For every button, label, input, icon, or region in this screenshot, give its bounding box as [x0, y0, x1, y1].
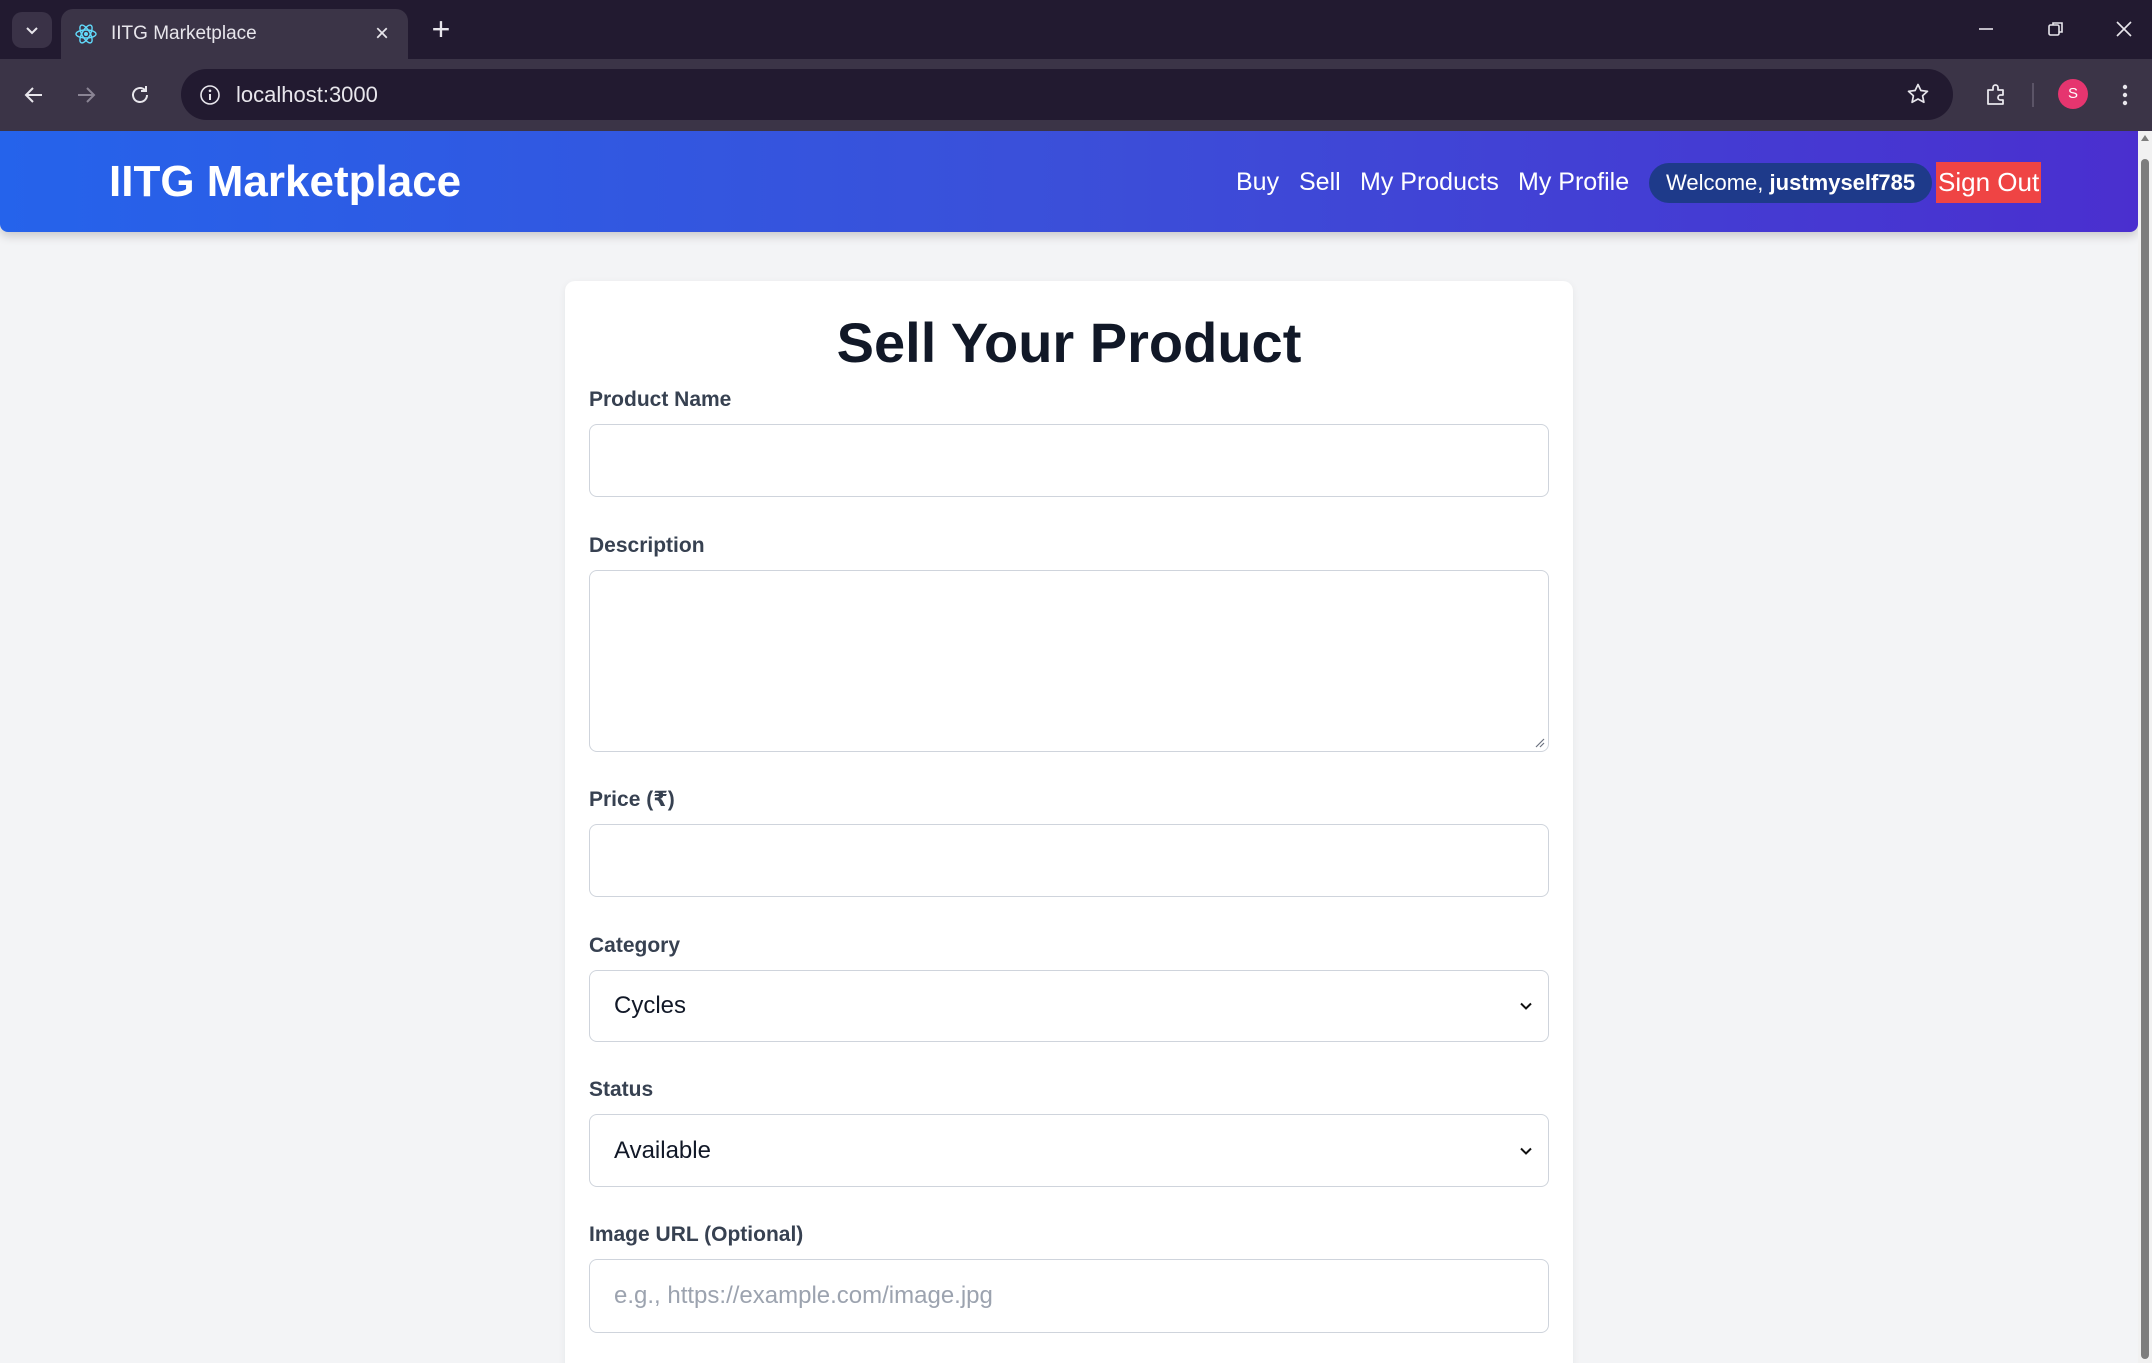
image-url-label: Image URL (Optional) — [589, 1223, 804, 1246]
status-select[interactable]: Available — [589, 1114, 1549, 1187]
status-selected-value: Available — [614, 1136, 711, 1164]
description-textarea[interactable] — [589, 570, 1549, 752]
resize-grip-icon[interactable] — [1533, 736, 1545, 748]
scrollbar-thumb[interactable] — [2141, 159, 2149, 1359]
browser-toolbar: localhost:3000 — [0, 59, 2152, 131]
plus-icon[interactable]: + — [424, 12, 458, 46]
price-input[interactable] — [589, 824, 1549, 897]
nav-sell[interactable]: Sell — [1299, 167, 1341, 197]
brand-logo[interactable]: IITG Marketplace — [109, 157, 461, 207]
info-icon[interactable] — [195, 80, 225, 110]
category-label: Category — [589, 934, 681, 957]
sell-product-card: Sell Your Product Product Name Descripti… — [565, 281, 1573, 1363]
browser-tab-bar: IITG Marketplace × + — [0, 0, 2152, 59]
extensions-icon[interactable] — [1976, 75, 2016, 115]
close-icon[interactable]: × — [370, 22, 394, 46]
tab-title: IITG Marketplace — [111, 23, 257, 44]
page-viewport: IITG Marketplace Buy Sell My Products My… — [0, 131, 2138, 1363]
address-bar[interactable]: localhost:3000 — [181, 69, 1953, 120]
toolbar-divider — [2032, 83, 2034, 107]
reload-icon[interactable] — [120, 75, 160, 115]
react-icon — [75, 23, 97, 45]
star-icon[interactable] — [1903, 79, 1933, 109]
product-name-input[interactable] — [589, 424, 1549, 497]
kebab-menu-icon[interactable] — [2110, 75, 2140, 115]
welcome-prefix: Welcome, — [1666, 170, 1764, 195]
category-select[interactable]: Cycles — [589, 970, 1549, 1042]
restore-icon[interactable] — [2036, 10, 2076, 48]
category-selected-value: Cycles — [614, 992, 687, 1019]
status-label: Status — [589, 1078, 654, 1101]
sign-out-button[interactable]: Sign Out — [1936, 162, 2042, 203]
chevron-down-icon — [26, 27, 38, 35]
minimize-icon[interactable] — [1966, 10, 2006, 48]
description-label: Description — [589, 534, 705, 557]
page-scrollbar[interactable] — [2138, 131, 2152, 1363]
close-window-icon[interactable] — [2104, 10, 2144, 48]
product-name-label: Product Name — [589, 388, 732, 411]
app-header: IITG Marketplace Buy Sell My Products My… — [0, 131, 2138, 232]
welcome-badge: Welcome, justmyself785 — [1649, 163, 1933, 203]
chevron-down-icon — [1520, 1002, 1532, 1010]
tab-search-button[interactable] — [12, 12, 52, 48]
forward-icon[interactable] — [66, 75, 106, 115]
nav-buy[interactable]: Buy — [1236, 167, 1279, 197]
page-title: Sell Your Product — [836, 311, 1302, 374]
chevron-down-icon — [1520, 1147, 1532, 1155]
scroll-up-arrow-icon[interactable] — [2141, 135, 2149, 141]
profile-avatar[interactable]: S — [2058, 79, 2088, 109]
price-label: Price (₹) — [589, 788, 675, 811]
back-icon[interactable] — [14, 75, 54, 115]
image-url-placeholder: e.g., https://example.com/image.jpg — [614, 1282, 993, 1309]
url-text[interactable]: localhost:3000 — [236, 81, 378, 108]
image-url-input[interactable]: e.g., https://example.com/image.jpg — [589, 1259, 1549, 1333]
username: justmyself785 — [1769, 170, 1916, 195]
nav-my-profile[interactable]: My Profile — [1518, 167, 1629, 197]
nav-my-products[interactable]: My Products — [1360, 167, 1499, 197]
browser-tab[interactable]: IITG Marketplace × — [61, 9, 408, 59]
